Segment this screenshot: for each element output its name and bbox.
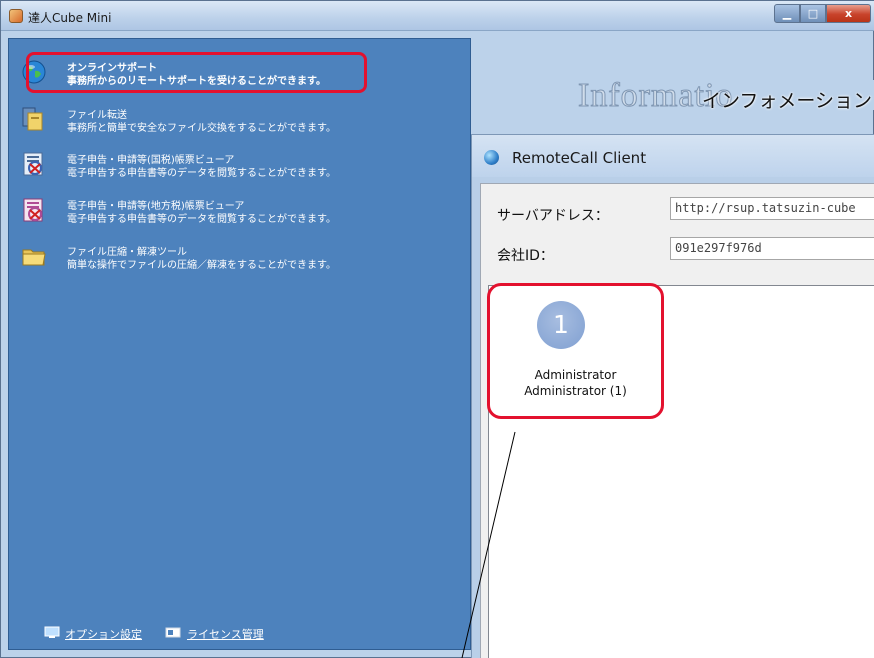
server-address-label: サーバアドレス：	[497, 208, 609, 224]
maximize-button[interactable]: □	[800, 4, 826, 23]
folder-icon	[22, 249, 46, 266]
file-transfer-icon	[22, 107, 43, 131]
menu-item-desc: 電子申告する申告書等のデータを閲覧することができます。	[67, 168, 336, 179]
user-highlight-box	[487, 283, 664, 419]
menu-item-desc: 電子申告する申告書等のデータを閲覧することができます。	[67, 214, 336, 225]
remotecall-title-bar[interactable]: RemoteCall Client	[472, 135, 874, 177]
license-icon	[165, 627, 181, 638]
company-id-label: 会社ID：	[497, 248, 554, 264]
remotecall-title: RemoteCall Client	[512, 149, 647, 167]
window-title: 達人Cube Mini	[28, 11, 112, 25]
menu-item-national-tax-viewer[interactable]: 電子申告・申請等(国税)帳票ビューア 電子申告する申告書等のデータを閲覧すること…	[12, 146, 462, 182]
license-link[interactable]: ライセンス管理	[187, 626, 264, 642]
national-tax-viewer-icon	[23, 152, 43, 176]
local-tax-viewer-icon	[23, 198, 43, 222]
options-icon	[44, 626, 60, 638]
company-id-field[interactable]: 091e297f976d	[670, 237, 874, 260]
server-address-field[interactable]: http://rsup.tatsuzin-cube	[670, 197, 874, 220]
remotecall-globe-icon	[484, 150, 499, 165]
title-bar[interactable]: 達人Cube Mini ▁ □ x	[1, 1, 874, 31]
menu-item-file-transfer[interactable]: ファイル転送 事務所と簡単で安全なファイル交換をすることができます。	[12, 101, 462, 137]
information-title: インフォメーション	[702, 90, 873, 112]
highlight-box	[26, 52, 367, 93]
app-icon	[9, 9, 23, 23]
close-button[interactable]: x	[826, 4, 871, 23]
minimize-button[interactable]: ▁	[774, 4, 800, 23]
menu-item-desc: 簡単な操作でファイルの圧縮／解凍をすることができます。	[67, 260, 336, 271]
menu-item-desc: 事務所と簡単で安全なファイル交換をすることができます。	[67, 123, 336, 134]
information-banner: Informatio インフォメーション	[577, 77, 874, 115]
remotecall-body: サーバアドレス： http://rsup.tatsuzin-cube 会社ID：…	[480, 183, 874, 658]
menu-item-local-tax-viewer[interactable]: 電子申告・申請等(地方税)帳票ビューア 電子申告する申告書等のデータを閲覧するこ…	[12, 192, 462, 228]
menu-item-compression-tool[interactable]: ファイル圧縮・解凍ツール 簡単な操作でファイルの圧縮／解凍をすることができます。	[12, 238, 462, 274]
options-link[interactable]: オプション設定	[65, 626, 142, 642]
